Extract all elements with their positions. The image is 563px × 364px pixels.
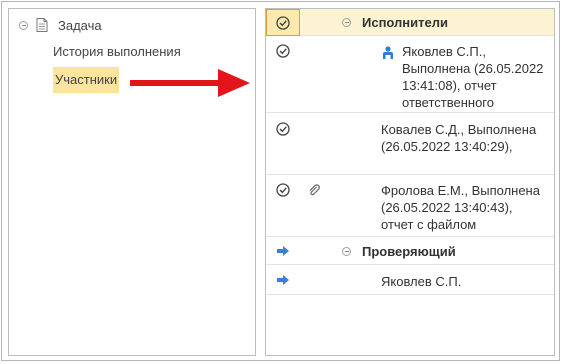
- tree-item-history[interactable]: История выполнения: [53, 42, 181, 62]
- collapse-icon[interactable]: [19, 20, 28, 30]
- check-cell[interactable]: [266, 9, 300, 36]
- group-row-executors[interactable]: Исполнители: [266, 9, 554, 36]
- tree-item-participants[interactable]: Участники: [53, 67, 120, 93]
- document-icon: [36, 18, 48, 32]
- table-row[interactable]: Ковалев С.Д., Выполнена (26.05.2022 13:4…: [266, 113, 554, 175]
- check-icon[interactable]: [276, 122, 290, 136]
- participant-text: Фролова Е.М., Выполнена (26.05.2022 13:4…: [381, 183, 540, 232]
- red-arrow-icon: [130, 69, 250, 97]
- tree-root-task[interactable]: Задача: [19, 15, 102, 35]
- blue-arrow-icon: [277, 275, 289, 285]
- participants-grid: Исполнители Яковлев С.П., Выполнена (26.…: [265, 8, 555, 356]
- check-icon[interactable]: [276, 183, 290, 197]
- check-icon: [276, 16, 290, 30]
- participant-text: Яковлев С.П.: [381, 274, 462, 289]
- table-row[interactable]: Яковлев С.П.: [266, 265, 554, 295]
- table-row[interactable]: Яковлев С.П., Выполнена (26.05.2022 13:4…: [266, 36, 554, 113]
- group-label: Исполнители: [362, 15, 448, 30]
- participant-text: Ковалев С.Д., Выполнена (26.05.2022 13:4…: [381, 122, 537, 154]
- tree-root-label: Задача: [58, 17, 102, 33]
- participant-text: Яковлев С.П., Выполнена (26.05.2022 13:4…: [402, 44, 544, 110]
- table-row[interactable]: Фролова Е.М., Выполнена (26.05.2022 13:4…: [266, 175, 554, 237]
- paperclip-icon[interactable]: [307, 183, 321, 197]
- person-icon: [383, 46, 393, 59]
- group-row-reviewer[interactable]: Проверяющий: [266, 237, 554, 265]
- group-label: Проверяющий: [362, 244, 456, 259]
- blue-arrow-icon: [277, 246, 289, 256]
- collapse-icon[interactable]: [342, 18, 351, 27]
- check-icon[interactable]: [276, 44, 290, 58]
- collapse-icon[interactable]: [342, 247, 351, 256]
- tree-panel: Задача История выполнения Участники: [8, 8, 256, 356]
